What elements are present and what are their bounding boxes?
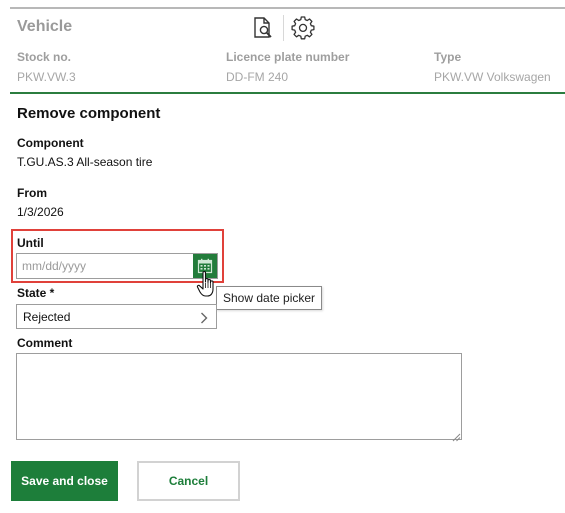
vehicle-title: Vehicle <box>17 18 73 35</box>
type-field: Type PKW.VW Volkswagen <box>434 50 551 84</box>
state-label: State * <box>17 286 55 300</box>
resize-grip-icon[interactable] <box>451 429 461 447</box>
top-divider <box>10 7 565 9</box>
form-title: Remove component <box>17 105 161 122</box>
chevron-right-icon <box>200 311 208 329</box>
licence-plate-field: Licence plate number DD-FM 240 <box>226 50 349 84</box>
comment-label: Comment <box>17 336 73 350</box>
until-date-field[interactable] <box>16 253 218 279</box>
from-label: From <box>17 186 47 200</box>
type-value: PKW.VW Volkswagen <box>434 70 551 84</box>
stock-no-field: Stock no. PKW.VW.3 <box>17 50 76 84</box>
comment-textarea[interactable] <box>16 353 462 440</box>
state-select-value: Rejected <box>23 310 71 324</box>
document-search-icon[interactable] <box>250 15 276 41</box>
section-divider <box>10 92 565 94</box>
stock-no-value: PKW.VW.3 <box>17 70 76 84</box>
licence-plate-value: DD-FM 240 <box>226 70 289 84</box>
date-picker-tooltip: Show date picker <box>216 286 323 310</box>
licence-plate-label: Licence plate number <box>226 50 350 64</box>
cancel-button[interactable]: Cancel <box>137 461 240 501</box>
type-label: Type <box>434 50 462 64</box>
save-and-close-button[interactable]: Save and close <box>11 461 118 501</box>
header-icon-separator <box>283 15 284 41</box>
gear-icon[interactable] <box>290 15 316 41</box>
until-label: Until <box>17 236 44 250</box>
component-label: Component <box>17 136 84 150</box>
component-value: T.GU.AS.3 All-season tire <box>17 155 153 169</box>
state-select[interactable]: Rejected <box>16 304 217 329</box>
stock-no-label: Stock no. <box>17 50 72 64</box>
until-date-input[interactable] <box>17 254 193 278</box>
from-value: 1/3/2026 <box>17 205 64 219</box>
